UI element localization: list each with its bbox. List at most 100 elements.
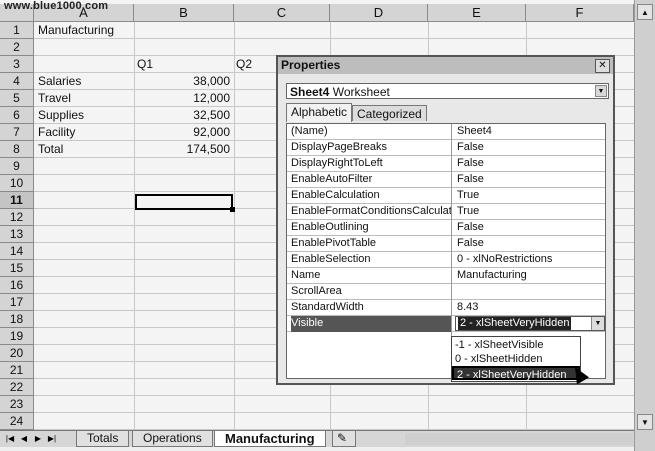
cell-c3[interactable]: Q2 xyxy=(236,56,252,73)
active-cell-b11[interactable] xyxy=(135,194,235,212)
property-value[interactable]: Manufacturing xyxy=(455,268,605,284)
chevron-down-icon[interactable]: ▼ xyxy=(595,85,607,97)
row-header[interactable]: 24 xyxy=(0,413,34,430)
tab-categorized[interactable]: Categorized xyxy=(352,105,427,121)
cell-a5[interactable]: Travel xyxy=(38,90,71,107)
row-header[interactable]: 5 xyxy=(0,90,34,107)
sheet-tab-totals[interactable]: Totals xyxy=(76,431,130,447)
property-row[interactable]: ScrollArea xyxy=(287,284,605,300)
property-value[interactable]: True xyxy=(455,204,605,220)
row-header[interactable]: 9 xyxy=(0,158,34,175)
sheet-tab-operations[interactable]: Operations xyxy=(132,431,213,447)
excel-window: A B C D E F 1 2 3 4 5 6 7 8 9 10 11 12 13 14 15 16 17 18 1… xyxy=(0,0,655,451)
chevron-down-icon[interactable]: ▼ xyxy=(591,317,604,330)
property-name: EnablePivotTable xyxy=(291,237,377,249)
visible-value-combo[interactable]: 2 - xlSheetVeryHidden ▼ xyxy=(455,316,605,331)
property-row[interactable]: StandardWidth 8.43 xyxy=(287,300,605,316)
property-name: StandardWidth xyxy=(291,301,364,313)
property-name: Visible xyxy=(291,316,451,332)
cell-b3[interactable]: Q1 xyxy=(137,56,153,73)
property-row[interactable]: DisplayPageBreaks False xyxy=(287,140,605,156)
cell-b6[interactable]: 32,500 xyxy=(134,107,230,124)
row-header[interactable]: 2 xyxy=(0,39,34,56)
insert-sheet-icon[interactable]: ✎ xyxy=(332,431,356,447)
row-header[interactable]: 4 xyxy=(0,73,34,90)
row-header[interactable]: 15 xyxy=(0,260,34,277)
property-row[interactable]: EnableOutlining False xyxy=(287,220,605,236)
property-value[interactable] xyxy=(455,284,605,300)
row-header[interactable]: 14 xyxy=(0,243,34,260)
row-header[interactable]: 11 xyxy=(0,192,34,209)
property-value[interactable]: 8.43 xyxy=(455,300,605,316)
cell-b8[interactable]: 174,500 xyxy=(134,141,230,158)
property-name: EnableFormatConditionsCalculati xyxy=(291,205,451,217)
property-row[interactable]: EnableCalculation True xyxy=(287,188,605,204)
option-sheet-visible[interactable]: -1 - xlSheetVisible xyxy=(452,338,580,352)
row-header[interactable]: 8 xyxy=(0,141,34,158)
row-header[interactable]: 18 xyxy=(0,311,34,328)
column-header-b[interactable]: B xyxy=(134,4,234,22)
cell-a6[interactable]: Supplies xyxy=(38,107,84,124)
row-header[interactable]: 17 xyxy=(0,294,34,311)
row-header[interactable]: 19 xyxy=(0,328,34,345)
property-value: 2 - xlSheetVeryHidden xyxy=(458,317,572,330)
property-row[interactable]: EnableAutoFilter False xyxy=(287,172,605,188)
cell-a8[interactable]: Total xyxy=(38,141,63,158)
row-header[interactable]: 12 xyxy=(0,209,34,226)
property-value[interactable]: True xyxy=(455,188,605,204)
object-type: Worksheet xyxy=(332,85,390,99)
last-sheet-icon[interactable]: ▶| xyxy=(46,433,58,445)
close-icon[interactable]: ✕ xyxy=(595,59,610,73)
property-row[interactable]: (Name) Sheet4 xyxy=(287,124,605,140)
row-header[interactable]: 13 xyxy=(0,226,34,243)
row-header[interactable]: 7 xyxy=(0,124,34,141)
prev-sheet-icon[interactable]: ◀ xyxy=(18,433,30,445)
row-header[interactable]: 22 xyxy=(0,379,34,396)
column-header-c[interactable]: C xyxy=(234,4,330,22)
column-header-f[interactable]: F xyxy=(526,4,634,22)
property-row[interactable]: EnablePivotTable False xyxy=(287,236,605,252)
next-sheet-icon[interactable]: ▶ xyxy=(32,433,44,445)
property-value[interactable]: False xyxy=(455,172,605,188)
first-sheet-icon[interactable]: |◀ xyxy=(4,433,16,445)
row-header[interactable]: 6 xyxy=(0,107,34,124)
scroll-up-icon[interactable]: ▲ xyxy=(637,4,653,20)
cell-b4[interactable]: 38,000 xyxy=(134,73,230,90)
tab-alphabetic[interactable]: Alphabetic xyxy=(286,103,353,122)
property-value[interactable]: False xyxy=(455,220,605,236)
scroll-down-icon[interactable]: ▼ xyxy=(637,414,653,430)
property-row[interactable]: EnableFormatConditionsCalculati True xyxy=(287,204,605,220)
property-row[interactable]: DisplayRightToLeft False xyxy=(287,156,605,172)
property-row[interactable]: Visible 2 - xlSheetVeryHidden ▼ xyxy=(287,316,605,332)
horizontal-scrollbar[interactable] xyxy=(405,433,633,445)
row-header[interactable]: 3 xyxy=(0,56,34,73)
option-sheet-hidden[interactable]: 0 - xlSheetHidden xyxy=(452,352,580,366)
row-header[interactable]: 20 xyxy=(0,345,34,362)
row-header[interactable]: 16 xyxy=(0,277,34,294)
cell-a4[interactable]: Salaries xyxy=(38,73,81,90)
cell-a1[interactable]: Manufacturing xyxy=(38,22,114,39)
property-value[interactable]: Sheet4 xyxy=(455,124,605,140)
column-header-d[interactable]: D xyxy=(330,4,428,22)
property-value[interactable]: False xyxy=(455,156,605,172)
row-header[interactable]: 1 xyxy=(0,22,34,39)
cell-b5[interactable]: 12,000 xyxy=(134,90,230,107)
cell-a7[interactable]: Facility xyxy=(38,124,75,141)
row-header[interactable]: 10 xyxy=(0,175,34,192)
property-value[interactable]: 0 - xlNoRestrictions xyxy=(455,252,605,268)
option-sheet-very-hidden[interactable]: 2 - xlSheetVeryHidden xyxy=(452,366,580,381)
fill-handle[interactable] xyxy=(230,207,235,212)
sheet-tab-manufacturing[interactable]: Manufacturing xyxy=(214,431,326,447)
object-selector[interactable]: Sheet4 Worksheet ▼ xyxy=(286,83,609,99)
cell-b7[interactable]: 92,000 xyxy=(134,124,230,141)
property-value[interactable]: False xyxy=(455,236,605,252)
properties-title: Properties xyxy=(278,57,613,74)
property-row[interactable]: EnableSelection 0 - xlNoRestrictions xyxy=(287,252,605,268)
property-row[interactable]: Name Manufacturing xyxy=(287,268,605,284)
row-header[interactable]: 21 xyxy=(0,362,34,379)
vertical-scrollbar[interactable]: ▲ ▼ xyxy=(634,0,655,451)
row-header[interactable]: 23 xyxy=(0,396,34,413)
property-value[interactable]: False xyxy=(455,140,605,156)
property-name: EnableAutoFilter xyxy=(291,173,373,185)
column-header-e[interactable]: E xyxy=(428,4,526,22)
